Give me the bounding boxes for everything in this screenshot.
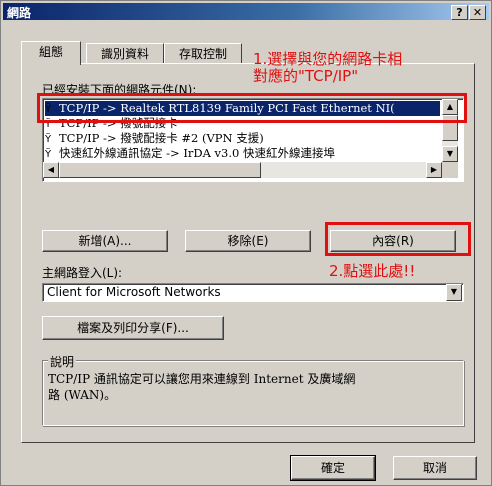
close-button[interactable]: ✕ bbox=[469, 5, 486, 20]
network-protocol-icon: Ÿ bbox=[45, 134, 52, 145]
description-text-line2: 路 (WAN)。 bbox=[48, 388, 117, 402]
list-item[interactable]: Ÿ TCP/IP -> 撥號配接卡 #2 (VPN 支援) bbox=[45, 131, 440, 146]
primary-logon-select[interactable]: Client for Microsoft Networks ▼ bbox=[42, 283, 464, 302]
step2-annotation: 2.點選此處!! bbox=[329, 262, 416, 280]
tab-identification[interactable]: 識別資料 bbox=[86, 43, 164, 64]
primary-logon-value: Client for Microsoft Networks bbox=[47, 285, 221, 299]
add-button[interactable]: 新增(A)... bbox=[42, 230, 168, 252]
scroll-thumb[interactable] bbox=[59, 162, 261, 178]
list-item[interactable]: Ÿ 快速紅外線通訊協定 -> IrDA v3.0 快速紅外線連接埠 bbox=[45, 146, 440, 161]
scroll-left-icon[interactable]: ◀ bbox=[43, 162, 59, 178]
tab-configuration[interactable]: 組態 bbox=[21, 41, 81, 65]
step1-annotation-line1: 1.選擇與您的網路卡相 bbox=[253, 50, 403, 68]
help-button[interactable]: ? bbox=[451, 5, 468, 20]
step2-highlight bbox=[325, 222, 471, 256]
scroll-down-icon[interactable]: ▼ bbox=[442, 146, 458, 162]
chevron-down-icon[interactable]: ▼ bbox=[446, 284, 462, 301]
primary-logon-label: 主網路登入(L): bbox=[42, 266, 123, 280]
horizontal-scrollbar[interactable]: ◀ ▶ bbox=[43, 162, 442, 178]
cancel-button[interactable]: 取消 bbox=[393, 456, 477, 480]
network-protocol-icon: Ÿ bbox=[45, 149, 52, 160]
file-print-sharing-button[interactable]: 檔案及列印分享(F)... bbox=[42, 316, 224, 340]
scroll-right-icon[interactable]: ▶ bbox=[426, 162, 442, 178]
remove-button[interactable]: 移除(E) bbox=[185, 230, 311, 252]
scrollbar-corner bbox=[442, 162, 458, 178]
title-bar[interactable]: 網路 ? ✕ bbox=[3, 3, 489, 20]
description-title: 說明 bbox=[48, 353, 77, 370]
step1-highlight bbox=[37, 93, 467, 123]
tab-access-control[interactable]: 存取控制 bbox=[164, 43, 242, 64]
description-text-line1: TCP/IP 通訊協定可以讓您用來連線到 Internet 及廣域網 bbox=[48, 372, 356, 386]
ok-button[interactable]: 確定 bbox=[290, 455, 376, 481]
window-title: 網路 bbox=[7, 6, 32, 20]
network-dialog: 網路 ? ✕ 組態 識別資料 存取控制 已經安裝下面的網路元件(N): Ÿ TCP… bbox=[0, 0, 492, 486]
step1-annotation-line2: 對應的"TCP/IP" bbox=[253, 67, 359, 85]
